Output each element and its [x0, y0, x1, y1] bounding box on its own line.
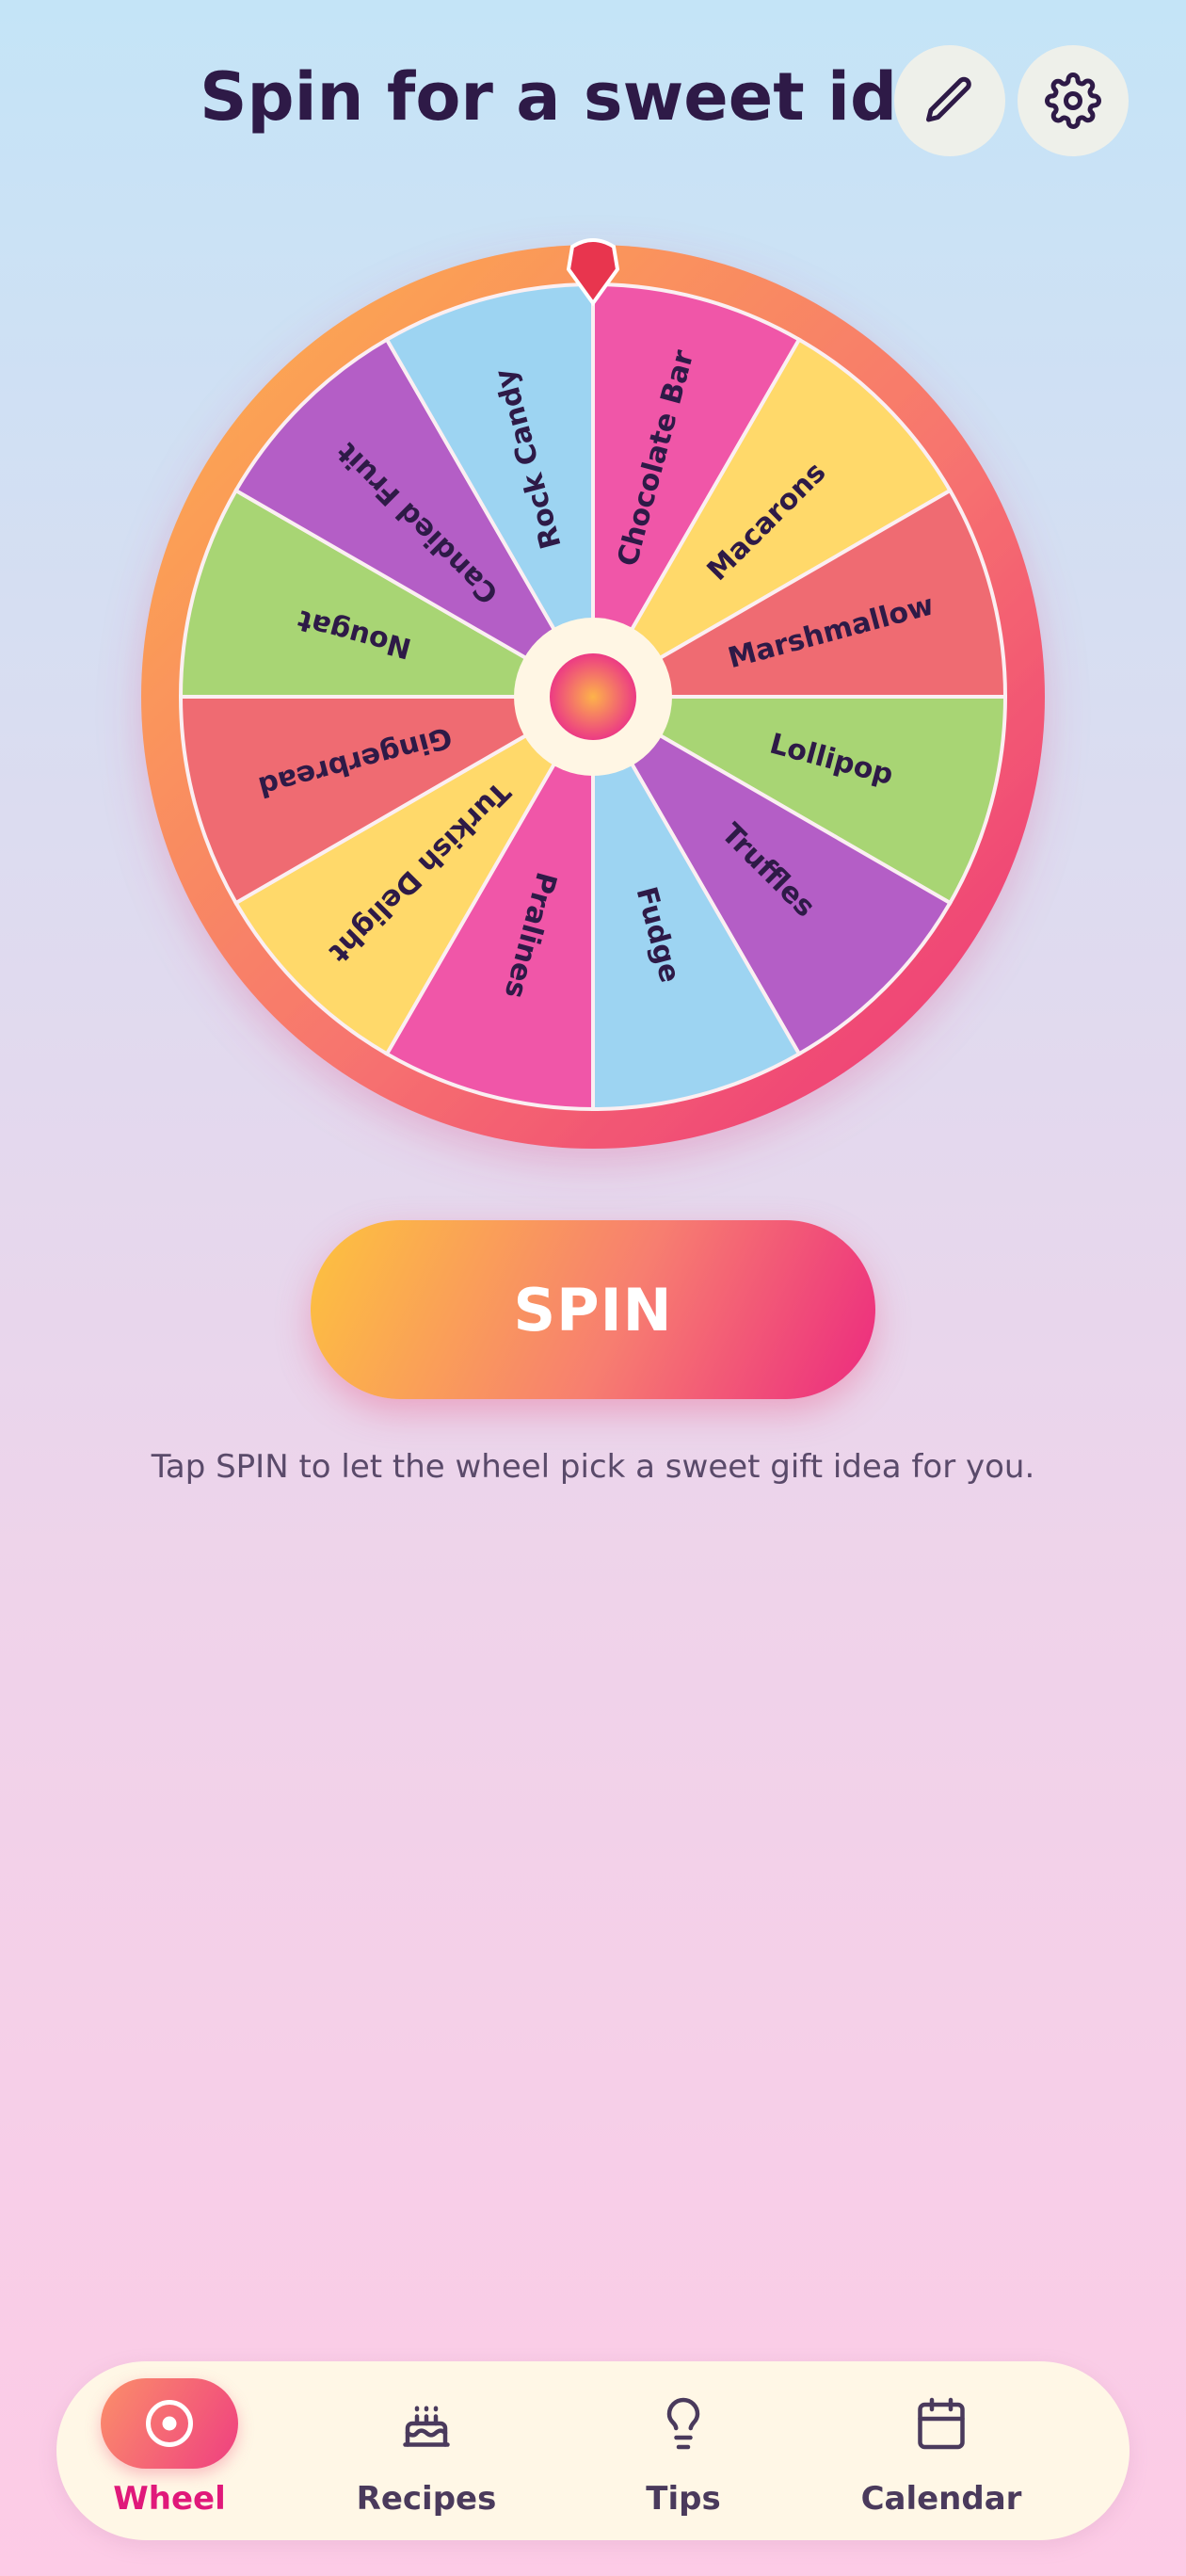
prize-wheel[interactable]: Chocolate Bar Macarons Marshmallow Lollipop… — [141, 238, 1045, 1149]
wheel-hub-center — [550, 653, 636, 740]
bottom-nav: Wheel Recipes Tips Calendar — [56, 2361, 1130, 2540]
lightbulb-icon — [666, 2397, 700, 2450]
pencil-icon — [926, 76, 971, 122]
nav-item-tips[interactable]: Tips — [570, 2361, 796, 2540]
spin-button[interactable]: SPIN — [311, 1220, 875, 1399]
spin-button-label: SPIN — [513, 1275, 673, 1344]
gear-icon — [1045, 72, 1101, 129]
nav-item-calendar[interactable]: Calendar — [828, 2361, 1054, 2540]
nav-wheel-icon-box — [101, 2378, 238, 2469]
nav-recipes-icon-box — [358, 2378, 495, 2469]
cake-icon — [403, 2406, 450, 2447]
nav-item-recipes[interactable]: Recipes — [313, 2361, 539, 2540]
wheel-graphic: Chocolate Bar MacaronsMarshmallowLollipop… — [141, 238, 1045, 1149]
edit-button[interactable] — [894, 45, 1005, 156]
spin-hint: Tap SPIN to let the wheel pick a sweet g… — [151, 1448, 1035, 1486]
nav-label-calendar: Calendar — [860, 2480, 1022, 2518]
nav-tips-icon-box — [615, 2378, 752, 2469]
nav-item-wheel[interactable]: Wheel — [56, 2361, 282, 2540]
nav-label-wheel: Wheel — [113, 2480, 226, 2518]
settings-button[interactable] — [1018, 45, 1129, 156]
page-title: Spin for a sweet idea — [200, 58, 986, 136]
calendar-icon — [918, 2397, 965, 2450]
nav-label-tips: Tips — [646, 2480, 721, 2518]
nav-calendar-icon-box — [873, 2378, 1010, 2469]
wheel-icon — [146, 2400, 193, 2447]
nav-label-recipes: Recipes — [356, 2480, 497, 2518]
